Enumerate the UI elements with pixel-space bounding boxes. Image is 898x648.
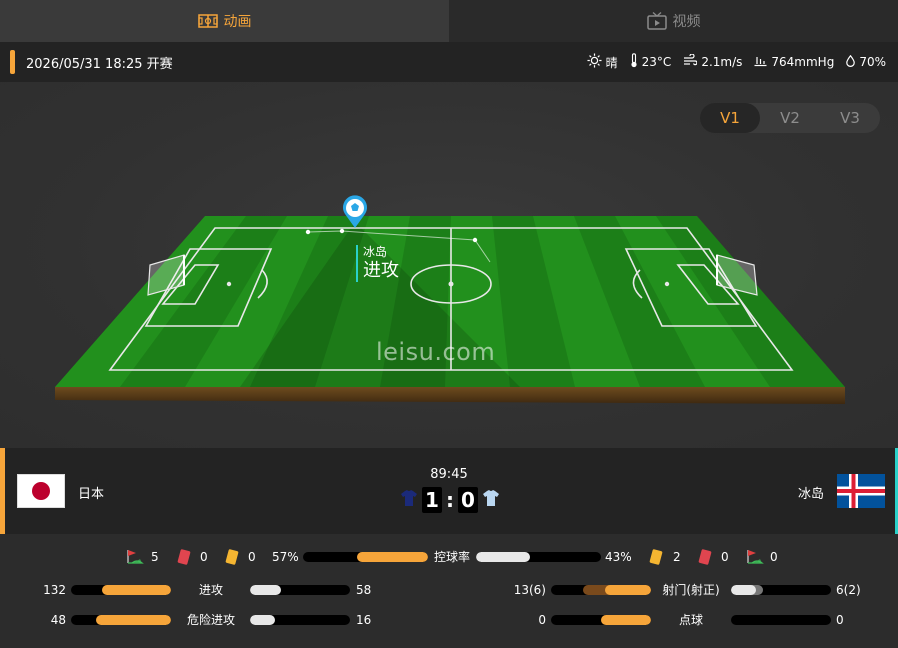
home-corner-flag-icon bbox=[126, 549, 144, 569]
top-tabs: 动画 视频 bbox=[0, 0, 898, 42]
event-callout: 冰岛 进攻 bbox=[356, 245, 399, 282]
pressure-icon bbox=[754, 55, 767, 70]
penalty-away: 0 bbox=[836, 613, 844, 627]
shots-label: 射门(射正) bbox=[662, 583, 720, 597]
wind: 2.1m/s bbox=[683, 53, 743, 70]
attack-home-bar bbox=[71, 585, 171, 595]
match-live-panel: 动画 视频 2026/05/31 18:25 开赛 晴 23°C 2.1m/s bbox=[0, 0, 898, 648]
view-v2-button[interactable]: V2 bbox=[760, 103, 820, 133]
weather-info: 晴 23°C 2.1m/s 764mmHg 70% bbox=[587, 42, 886, 82]
away-possession: 43% bbox=[605, 550, 632, 564]
stats-panel: 5 0 0 57% 控球率 43% 2 0 0 132 进攻 58 48 危险进… bbox=[0, 534, 898, 648]
away-score: 0 bbox=[458, 487, 478, 513]
attack-home: 132 bbox=[43, 583, 66, 597]
weather-text: 晴 bbox=[605, 55, 618, 70]
match-info-bar: 2026/05/31 18:25 开赛 晴 23°C 2.1m/s 764mmH… bbox=[0, 42, 898, 82]
tab-animation-label: 动画 bbox=[223, 14, 252, 30]
tab-video[interactable]: 视频 bbox=[449, 0, 898, 42]
droplet-icon bbox=[846, 54, 856, 70]
attack-label: 进攻 bbox=[198, 583, 223, 597]
away-team-name: 冰岛 bbox=[797, 487, 824, 502]
shots-away: 6(2) bbox=[836, 583, 861, 597]
humidity-text: 70% bbox=[859, 55, 886, 69]
event-action: 进攻 bbox=[363, 260, 399, 281]
weather-condition: 晴 bbox=[587, 53, 618, 71]
attack-home-fill bbox=[102, 585, 171, 595]
dangerous-attack-away-fill bbox=[250, 615, 275, 625]
match-clock: 89:45 bbox=[430, 467, 468, 482]
dangerous-attack-home: 48 bbox=[50, 613, 66, 627]
shots-on-target-away-fill bbox=[731, 585, 756, 595]
dangerous-attack-label: 危险进攻 bbox=[186, 613, 235, 627]
dangerous-attack-away-bar bbox=[250, 615, 350, 625]
away-yellow-card-icon bbox=[649, 549, 663, 570]
home-yellow-cards: 0 bbox=[248, 550, 256, 564]
pressure-text: 764mmHg bbox=[771, 55, 835, 69]
away-yellow-cards: 2 bbox=[673, 550, 681, 564]
score-bar: 日本 89:45 1 : 0 冰岛 bbox=[0, 448, 898, 534]
penalty-label: 点球 bbox=[678, 613, 703, 627]
home-possession-fill bbox=[356, 552, 428, 562]
penalty-away-bar bbox=[731, 615, 831, 625]
accent-marker bbox=[10, 50, 15, 74]
pressure: 764mmHg bbox=[754, 55, 834, 70]
iceland-flag-icon bbox=[837, 474, 885, 508]
kickoff-datetime: 2026/05/31 18:25 开赛 bbox=[26, 56, 173, 72]
away-corner-flag-icon bbox=[746, 549, 764, 569]
away-jersey-icon bbox=[482, 489, 500, 511]
attack-away-fill bbox=[250, 585, 281, 595]
home-accent-border bbox=[0, 448, 5, 534]
penalty-home: 0 bbox=[538, 613, 546, 627]
home-red-cards: 0 bbox=[200, 550, 208, 564]
away-red-card-icon bbox=[698, 549, 712, 570]
home-yellow-card-icon bbox=[225, 549, 239, 570]
view-switch: V1 V2 V3 bbox=[700, 103, 880, 133]
sun-icon bbox=[587, 53, 602, 71]
dangerous-attack-away: 16 bbox=[356, 613, 372, 627]
shots-on-target-home-fill bbox=[605, 585, 651, 595]
view-v3-button[interactable]: V3 bbox=[820, 103, 880, 133]
penalty-home-bar bbox=[551, 615, 651, 625]
home-team-name: 日本 bbox=[78, 487, 105, 502]
away-possession-fill bbox=[476, 552, 530, 562]
shots-home: 13(6) bbox=[513, 583, 546, 597]
home-possession-bar bbox=[303, 552, 428, 562]
temperature: 23°C bbox=[630, 53, 672, 71]
away-corners: 0 bbox=[770, 550, 778, 564]
summary-row: 5 0 0 57% 控球率 43% 2 0 0 bbox=[0, 546, 898, 568]
home-corners: 5 bbox=[151, 550, 159, 564]
dangerous-attack-home-bar bbox=[71, 615, 171, 625]
tab-video-label: 视频 bbox=[672, 14, 701, 30]
home-jersey-icon bbox=[400, 489, 418, 511]
wind-text: 2.1m/s bbox=[701, 55, 743, 69]
animation-stage: V1 V2 V3 冰岛 进攻 leisu.com bbox=[0, 82, 898, 448]
tv-icon bbox=[646, 12, 667, 30]
home-possession: 57% bbox=[272, 550, 299, 564]
humidity: 70% bbox=[846, 54, 886, 70]
away-possession-bar bbox=[476, 552, 601, 562]
away-red-cards: 0 bbox=[721, 550, 729, 564]
watermark: leisu.com bbox=[376, 338, 496, 366]
temperature-text: 23°C bbox=[641, 55, 672, 69]
scoreboard: 1 : 0 bbox=[400, 487, 500, 513]
pitch-soil bbox=[55, 387, 845, 404]
home-score: 1 bbox=[422, 487, 442, 513]
shots-away-bar bbox=[731, 585, 831, 595]
event-team: 冰岛 bbox=[363, 245, 388, 259]
wind-icon bbox=[683, 53, 698, 70]
pitch-graphic bbox=[55, 195, 845, 404]
view-v1-button[interactable]: V1 bbox=[700, 103, 760, 133]
home-red-card-icon bbox=[177, 549, 191, 570]
tab-animation[interactable]: 动画 bbox=[0, 0, 449, 42]
penalty-home-fill bbox=[601, 615, 651, 625]
shots-home-bar bbox=[551, 585, 651, 595]
score-separator: : bbox=[446, 488, 454, 512]
thermometer-icon bbox=[630, 53, 638, 71]
dangerous-attack-home-fill bbox=[96, 615, 171, 625]
possession-label: 控球率 bbox=[433, 550, 470, 564]
attack-away: 58 bbox=[356, 583, 372, 597]
pitch-icon bbox=[197, 14, 218, 28]
attack-away-bar bbox=[250, 585, 350, 595]
